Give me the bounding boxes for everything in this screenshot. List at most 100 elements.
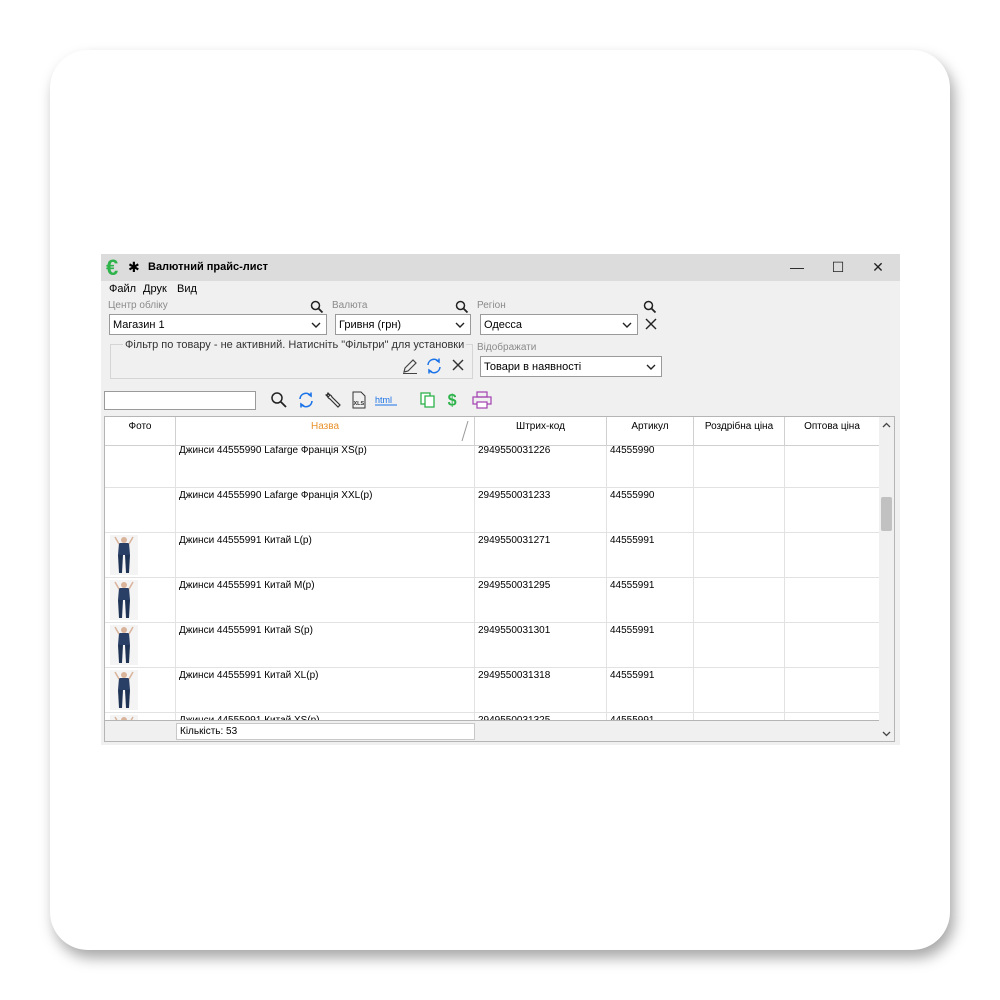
region-search-icon[interactable] bbox=[643, 300, 657, 314]
display-select[interactable]: Товари в наявності bbox=[480, 356, 662, 377]
scroll-down-icon[interactable] bbox=[882, 729, 891, 738]
gear-icon[interactable]: ✱ bbox=[128, 259, 140, 275]
column-name-header[interactable]: Назва bbox=[176, 417, 475, 445]
retail-price-cell bbox=[694, 533, 785, 577]
chevron-down-icon bbox=[646, 364, 656, 370]
article-cell: 44555991 bbox=[607, 623, 694, 667]
html-text: html bbox=[375, 395, 392, 405]
table-row[interactable]: Джинси 44555991 Китай XS(p)2949550031325… bbox=[105, 713, 879, 720]
table-row[interactable]: Джинси 44555991 Китай XL(p) 2949550031318… bbox=[105, 668, 879, 713]
table-row[interactable]: Джинси 44555991 Китай M(p) 2949550031295 4… bbox=[105, 578, 879, 623]
name-cell: Джинси 44555990 Lafarge Франція XS(p) bbox=[176, 446, 475, 487]
column-barcode-header[interactable]: Штрих-код bbox=[475, 417, 607, 445]
footer-count: Кількість: 53 bbox=[176, 723, 475, 740]
wholesale-price-cell bbox=[785, 533, 879, 577]
retail-price-cell bbox=[694, 623, 785, 667]
xls-icon[interactable]: XLS bbox=[350, 391, 368, 409]
refresh-icon[interactable] bbox=[297, 391, 315, 409]
retail-price-cell bbox=[694, 578, 785, 622]
maximize-button[interactable]: ☐ bbox=[823, 258, 853, 276]
currency-value: Гривня (грн) bbox=[339, 319, 402, 331]
column-wholesale-header[interactable]: Оптова ціна bbox=[785, 417, 879, 445]
menu-file[interactable]: Файл bbox=[109, 283, 136, 295]
currency-label: Валюта bbox=[332, 300, 368, 311]
table-row[interactable]: Джинси 44555990 Lafarge Франція XXL(p) 29… bbox=[105, 488, 879, 533]
window-title: Валютний прайс-лист bbox=[148, 261, 269, 273]
display-label: Відображати bbox=[477, 342, 537, 353]
copy-icon[interactable] bbox=[419, 391, 437, 409]
photo-cell bbox=[105, 533, 176, 577]
name-cell: Джинси 44555991 Китай M(p) bbox=[176, 578, 475, 622]
article-cell: 44555990 bbox=[607, 488, 694, 532]
search-icon[interactable] bbox=[270, 391, 288, 409]
retail-price-cell bbox=[694, 488, 785, 532]
photo-cell bbox=[105, 668, 176, 712]
vertical-scrollbar[interactable] bbox=[879, 417, 894, 741]
center-select[interactable]: Магазин 1 bbox=[109, 314, 327, 335]
xls-text: XLS bbox=[354, 401, 365, 407]
barcode-cell: 2949550031226 bbox=[475, 446, 607, 487]
printer-icon[interactable] bbox=[472, 391, 492, 409]
minimize-button[interactable]: — bbox=[782, 258, 812, 276]
chevron-down-icon bbox=[622, 322, 632, 328]
clear-filter-icon[interactable] bbox=[451, 358, 465, 372]
wholesale-price-cell bbox=[785, 578, 879, 622]
html-icon[interactable]: html bbox=[375, 391, 397, 409]
barcode-cell: 2949550031318 bbox=[475, 668, 607, 712]
menu-view[interactable]: Вид bbox=[177, 283, 197, 295]
search-input[interactable] bbox=[104, 391, 256, 410]
column-retail-header[interactable]: Роздрібна ціна bbox=[694, 417, 785, 445]
name-cell: Джинси 44555991 Китай S(p) bbox=[176, 623, 475, 667]
wholesale-price-cell bbox=[785, 446, 879, 487]
wholesale-price-cell bbox=[785, 668, 879, 712]
close-button[interactable]: ✕ bbox=[863, 258, 893, 276]
scroll-thumb[interactable] bbox=[881, 497, 892, 531]
menu-print[interactable]: Друк bbox=[143, 283, 167, 295]
region-value: Одесса bbox=[484, 319, 522, 331]
center-search-icon[interactable] bbox=[310, 300, 324, 314]
region-label: Регіон bbox=[477, 300, 506, 311]
display-value: Товари в наявності bbox=[484, 361, 582, 373]
product-photo bbox=[110, 625, 138, 665]
wrench-icon[interactable] bbox=[324, 391, 342, 409]
center-value: Магазин 1 bbox=[113, 319, 165, 331]
retail-price-cell bbox=[694, 668, 785, 712]
product-filter-status: Фільтр по товару - не активний. Натисніт… bbox=[123, 339, 467, 351]
table-row[interactable]: Джинси 44555991 Китай L(p) 2949550031271 4… bbox=[105, 533, 879, 578]
product-filter-box: Фільтр по товару - не активний. Натисніт… bbox=[110, 339, 473, 379]
price-table[interactable]: Фото Назва Штрих-код Артикул Роздрібна ц… bbox=[104, 416, 895, 742]
scroll-up-icon[interactable] bbox=[882, 421, 891, 430]
barcode-cell: 2949550031295 bbox=[475, 578, 607, 622]
photo-cell bbox=[105, 488, 176, 532]
table-row[interactable]: Джинси 44555991 Китай S(p) 2949550031301 4… bbox=[105, 623, 879, 668]
edit-filter-icon[interactable] bbox=[401, 357, 419, 375]
dollar-icon[interactable]: $ bbox=[444, 390, 462, 408]
photo-cell bbox=[105, 446, 176, 487]
wholesale-price-cell bbox=[785, 713, 879, 720]
column-photo-header[interactable]: Фото bbox=[105, 417, 176, 445]
name-cell: Джинси 44555991 Китай XL(p) bbox=[176, 668, 475, 712]
price-list-window: € ✱ Валютний прайс-лист — ☐ ✕ Файл Друк … bbox=[101, 254, 900, 745]
barcode-cell: 2949550031325 bbox=[475, 713, 607, 720]
product-photo bbox=[110, 580, 138, 620]
region-select[interactable]: Одесса bbox=[480, 314, 638, 335]
product-photo bbox=[110, 670, 138, 710]
dollar-text: $ bbox=[448, 391, 457, 408]
name-cell: Джинси 44555990 Lafarge Франція XXL(p) bbox=[176, 488, 475, 532]
article-cell: 44555991 bbox=[607, 713, 694, 720]
table-row[interactable]: Джинси 44555990 Lafarge Франція XS(p) 294… bbox=[105, 446, 879, 488]
currency-select[interactable]: Гривня (грн) bbox=[335, 314, 471, 335]
sort-icon bbox=[461, 420, 469, 442]
refresh-filter-icon[interactable] bbox=[425, 357, 443, 375]
retail-price-cell bbox=[694, 713, 785, 720]
article-cell: 44555991 bbox=[607, 668, 694, 712]
clear-region-icon[interactable] bbox=[644, 317, 658, 331]
table-body: Джинси 44555990 Lafarge Франція XS(p) 294… bbox=[105, 446, 879, 720]
chevron-down-icon bbox=[311, 322, 321, 328]
footer-spacer bbox=[105, 723, 176, 740]
photo-cell bbox=[105, 713, 176, 720]
column-article-header[interactable]: Артикул bbox=[607, 417, 694, 445]
currency-search-icon[interactable] bbox=[455, 300, 469, 314]
wholesale-price-cell bbox=[785, 623, 879, 667]
retail-price-cell bbox=[694, 446, 785, 487]
